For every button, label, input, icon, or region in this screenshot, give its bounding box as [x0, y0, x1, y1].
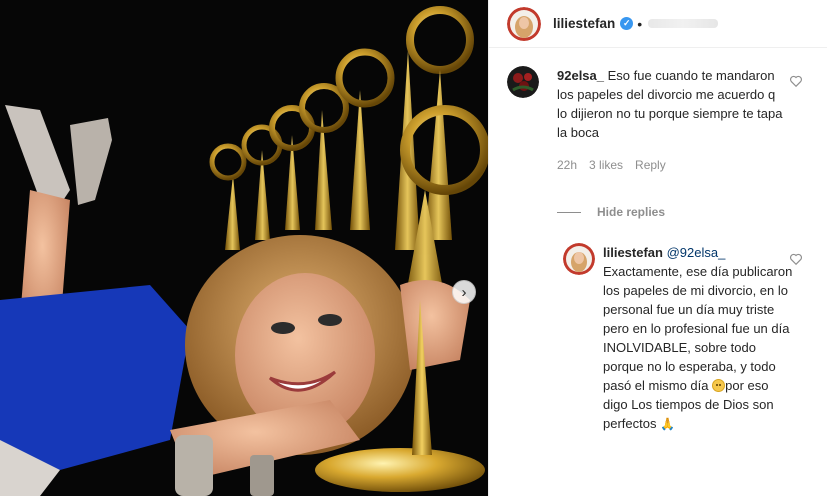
- reply-mention[interactable]: @92elsa_: [667, 245, 726, 260]
- post-side-panel: liliestefan ✓ • 92elsa_ Eso fue cuando t…: [488, 0, 827, 496]
- comment-username[interactable]: 92elsa_: [557, 68, 604, 83]
- photo-illustration: [0, 0, 488, 496]
- post-author-username[interactable]: liliestefan: [553, 16, 615, 31]
- comment-timestamp: 22h: [557, 158, 578, 172]
- hide-replies-button[interactable]: Hide replies: [557, 205, 665, 219]
- follow-status-blurred: [648, 19, 719, 28]
- comment-likes-count[interactable]: 3 likes: [589, 156, 623, 175]
- reply-button[interactable]: Reply: [635, 156, 666, 175]
- reply-text-block: liliestefan @92elsa_ Exactamente, ese dí…: [603, 243, 793, 434]
- avatar[interactable]: [507, 66, 539, 98]
- heart-icon[interactable]: [789, 252, 803, 266]
- avatar[interactable]: [507, 6, 541, 41]
- heart-icon[interactable]: [789, 74, 803, 88]
- post-header: liliestefan ✓ •: [489, 0, 827, 48]
- carousel-next-button[interactable]: ›: [452, 280, 476, 304]
- reply-username[interactable]: liliestefan: [603, 245, 663, 260]
- folded-hands-emoji-icon: 🙏: [660, 417, 676, 431]
- avatar[interactable]: [563, 243, 595, 275]
- separator-dot: •: [637, 15, 643, 32]
- hide-replies-label: Hide replies: [597, 205, 666, 219]
- comment-text-block: 92elsa_ Eso fue cuando te mandaron los p…: [557, 66, 787, 175]
- frowning-face-emoji-icon: [712, 379, 726, 392]
- divider-line: [557, 211, 581, 213]
- reply-comment: liliestefan @92elsa_ Exactamente, ese dí…: [563, 243, 813, 434]
- comment-meta: 22h 3 likes Reply: [557, 156, 787, 175]
- post-photo[interactable]: ›: [0, 0, 488, 496]
- reply-text-part1: Exactamente, ese día publicaron los pape…: [603, 264, 793, 393]
- chevron-right-icon: ›: [461, 283, 467, 301]
- verified-badge-icon: ✓: [620, 17, 634, 30]
- comment: 92elsa_ Eso fue cuando te mandaron los p…: [507, 66, 819, 175]
